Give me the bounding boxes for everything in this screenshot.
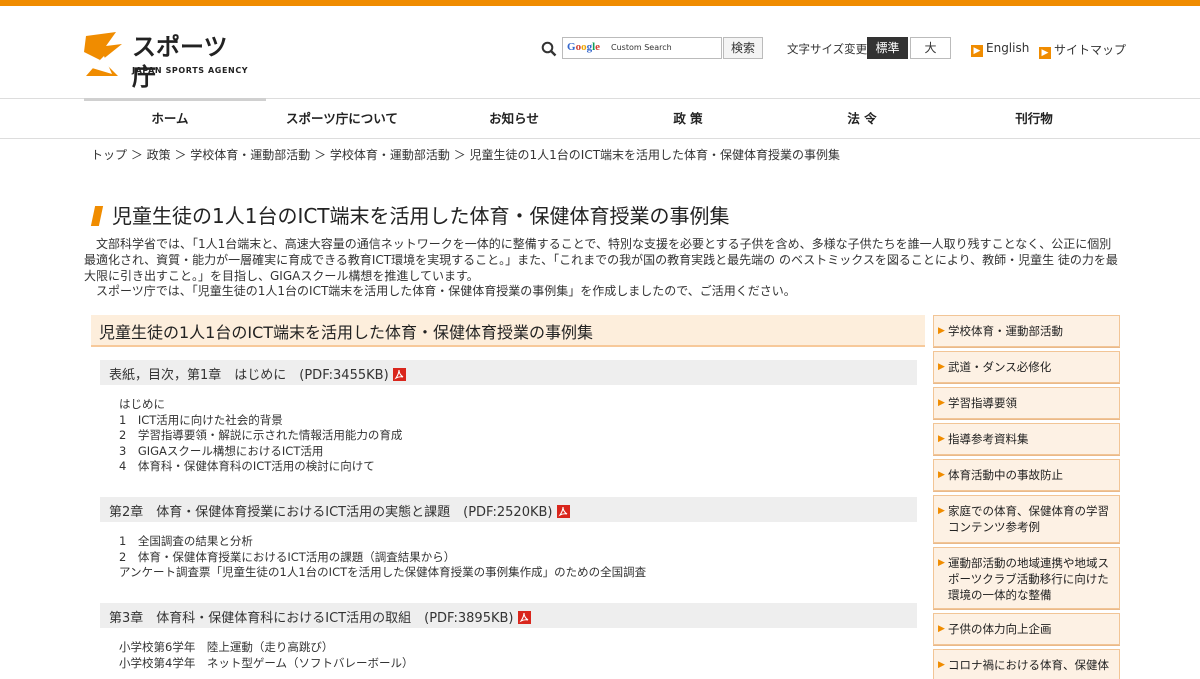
font-size-standard-button[interactable]: 標準: [867, 37, 908, 59]
sidebar-item-label: 学習指導要領: [948, 396, 1017, 410]
search-button[interactable]: 検索: [723, 37, 763, 59]
arrow-right-icon: ▶: [971, 45, 983, 57]
list-item: はじめに: [119, 397, 165, 411]
section-heading: 児童生徒の1人1台のICT端末を活用した体育・保健体育授業の事例集: [91, 315, 925, 347]
arrow-right-icon: ▶: [938, 398, 945, 408]
section-heading-text: 児童生徒の1人1台のICT端末を活用した体育・保健体育授業の事例集: [99, 323, 594, 342]
arrow-right-icon: ▶: [938, 624, 945, 634]
pdf-icon: [517, 611, 531, 624]
list-item: アンケート調査票「児童生徒の1人1台のICTを活用した保健体育授業の事例集作成」…: [119, 565, 647, 580]
logo-text: スポーツ庁: [132, 33, 228, 91]
chapter-3-link[interactable]: 第3章 体育科・保健体育科におけるICT活用の取組 (PDF:3895KB): [100, 603, 917, 628]
arrow-right-icon: ▶: [938, 326, 945, 336]
sidebar-item-label: 体育活動中の事故防止: [948, 468, 1063, 482]
nav-item-law[interactable]: 法 令: [776, 99, 948, 138]
chapter-1-link[interactable]: 表紙，目次，第1章 はじめに (PDF:3455KB): [100, 360, 917, 385]
sidebar-item-accident-prevention[interactable]: ▶ 体育活動中の事故防止: [933, 459, 1120, 491]
chapter-3-title: 第3章 体育科・保健体育科におけるICT活用の取組 (PDF:3895KB): [109, 611, 514, 626]
site-logo[interactable]: スポーツ庁 JAPAN SPORTS AGENCY: [82, 30, 248, 91]
nav-item-about[interactable]: スポーツ庁について: [256, 99, 428, 138]
sidebar-item-fitness[interactable]: ▶ 子供の体力向上企画: [933, 613, 1120, 645]
font-size-label: 文字サイズ変更: [787, 42, 868, 56]
nav-item-news[interactable]: お知らせ: [428, 99, 600, 138]
arrow-right-icon: ▶: [938, 362, 945, 372]
sidebar-item-covid[interactable]: ▶ コロナ禍における体育、保健体: [933, 649, 1120, 679]
nav-item-publications[interactable]: 刊行物: [948, 99, 1120, 138]
chapter-3-contents: 小学校第6学年 陸上運動（走り高跳び） 小学校第4学年 ネット型ゲーム（ソフトバ…: [119, 640, 413, 671]
chapter-2-title: 第2章 体育・保健体育授業におけるICT活用の実態と課題 (PDF:2520KB…: [109, 505, 553, 520]
chapter-2-contents: 1 全国調査の結果と分析 2 体育・保健体育授業におけるICT活用の課題（調査結…: [119, 534, 646, 581]
breadcrumb[interactable]: トップ ＞ 政策 ＞ 学校体育・運動部活動 ＞ 学校体育・運動部活動 ＞ 児童生…: [91, 146, 840, 163]
pdf-icon: [392, 368, 406, 381]
nav-item-home[interactable]: ホーム: [84, 99, 256, 138]
list-item: 3 GIGAスクール構想におけるICT活用: [119, 443, 324, 458]
title-accent-bar: [90, 206, 104, 226]
global-nav: ホーム スポーツ庁について お知らせ 政 策 法 令 刊行物: [0, 98, 1200, 139]
chapter-1-title: 表紙，目次，第1章 はじめに (PDF:3455KB): [109, 368, 389, 383]
english-link-label: English: [986, 41, 1030, 55]
pdf-icon: [556, 505, 570, 518]
logo-mark-icon: [84, 32, 122, 76]
list-item: 1 全国調査の結果と分析: [119, 534, 253, 548]
nav-active-indicator: [84, 98, 266, 101]
top-accent-bar: [0, 0, 1200, 6]
intro-paragraph-1: 文部科学省では、「1人1台端末と、高速大容量の通信ネットワークを一体的に整備する…: [84, 237, 1118, 283]
sitemap-link-label: サイトマップ: [1054, 43, 1127, 57]
sitemap-link[interactable]: ▶ サイトマップ: [1039, 41, 1126, 59]
sidebar-item-label: コロナ禍における体育、保健体: [948, 658, 1109, 672]
sidebar-item-budo-dance[interactable]: ▶ 武道・ダンス必修化: [933, 351, 1120, 383]
list-item: 4 体育科・保健体育科のICT活用の検討に向けて: [119, 459, 375, 474]
logo-subtitle: JAPAN SPORTS AGENCY: [132, 66, 249, 75]
page-title: 児童生徒の1人1台のICT端末を活用した体育・保健体育授業の事例集: [112, 204, 730, 228]
sidebar-item-curriculum[interactable]: ▶ 学習指導要領: [933, 387, 1120, 419]
intro-text: 文部科学省では、「1人1台端末と、高速大容量の通信ネットワークを一体的に整備する…: [84, 237, 1122, 300]
arrow-right-icon: ▶: [1039, 47, 1051, 59]
chapter-2-link[interactable]: 第2章 体育・保健体育授業におけるICT活用の実態と課題 (PDF:2520KB…: [100, 497, 917, 522]
google-logo: Google: [567, 41, 601, 53]
nav-item-policy[interactable]: 政 策: [600, 99, 776, 138]
intro-paragraph-2: スポーツ庁では、「児童生徒の1人1台のICT端末を活用した体育・保健体育授業の事…: [96, 284, 796, 299]
search-input[interactable]: Google Custom Search: [562, 37, 722, 59]
list-item: 小学校第4学年 ネット型ゲーム（ソフトバレーボール）: [119, 655, 414, 670]
arrow-right-icon: ▶: [938, 558, 945, 568]
arrow-right-icon: ▶: [938, 506, 945, 516]
arrow-right-icon: ▶: [938, 470, 945, 480]
sidebar-item-school-pe[interactable]: ▶ 学校体育・運動部活動: [933, 315, 1120, 347]
sidebar-item-label: 家庭での体育、保健体育の学習コンテンツ参考例: [948, 504, 1109, 534]
list-item: 2 学習指導要領・解説に示された情報活用能力の育成: [119, 428, 403, 443]
sidebar-item-label: 武道・ダンス必修化: [948, 360, 1052, 374]
sidebar-item-home-learning[interactable]: ▶ 家庭での体育、保健体育の学習コンテンツ参考例: [933, 495, 1120, 543]
list-item: 1 ICT活用に向けた社会的背景: [119, 412, 283, 427]
search-placeholder: Custom Search: [611, 43, 672, 52]
font-size-large-button[interactable]: 大: [910, 37, 951, 59]
list-item: 2 体育・保健体育授業におけるICT活用の課題（調査結果から）: [119, 549, 456, 564]
sidebar-item-club-transition[interactable]: ▶ 運動部活動の地域連携や地域スポーツクラブ活動移行に向けた環境の一体的な整備: [933, 547, 1120, 609]
sidebar-item-label: 指導参考資料集: [948, 432, 1029, 446]
search-icon: [541, 41, 557, 57]
sidebar-item-label: 運動部活動の地域連携や地域スポーツクラブ活動移行に向けた環境の一体的な整備: [948, 556, 1109, 602]
sidebar-item-label: 学校体育・運動部活動: [948, 324, 1063, 338]
list-item: 小学校第6学年 陸上運動（走り高跳び）: [119, 640, 334, 654]
sidebar-item-label: 子供の体力向上企画: [948, 622, 1052, 636]
english-link[interactable]: ▶ English: [971, 41, 1029, 57]
chapter-1-contents: はじめに 1 ICT活用に向けた社会的背景 2 学習指導要領・解説に示された情報…: [119, 397, 402, 475]
arrow-right-icon: ▶: [938, 434, 945, 444]
arrow-right-icon: ▶: [938, 660, 945, 670]
sidebar-item-reference[interactable]: ▶ 指導参考資料集: [933, 423, 1120, 455]
